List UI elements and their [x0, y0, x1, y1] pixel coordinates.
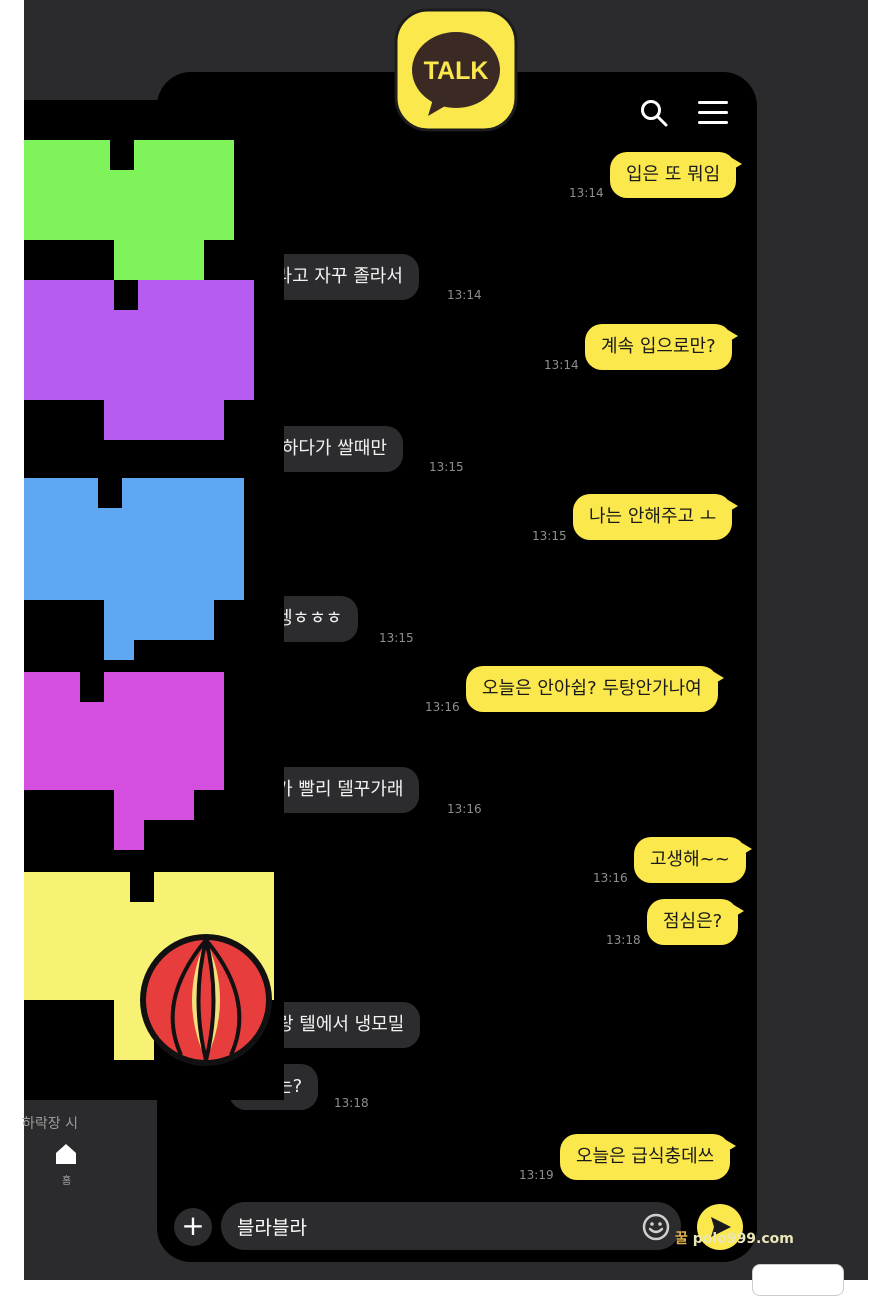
message-time: 13:15	[532, 529, 567, 543]
input-bar: +	[157, 1196, 757, 1262]
message-time: 13:16	[593, 871, 628, 885]
talk-logo-graphic: TALK	[394, 8, 518, 132]
menu-icon[interactable]	[697, 98, 729, 128]
message-time: 13:15	[379, 631, 414, 645]
message-bubble[interactable]: 점심은?	[647, 899, 745, 945]
message-time: 13:18	[606, 933, 641, 947]
message-bubble[interactable]: 고생해~~	[634, 837, 752, 883]
watermark-prefix: 꿀	[675, 1231, 688, 1247]
message-bubble[interactable]: 입은 또 뭐임	[610, 152, 743, 198]
message-bubble[interactable]: 오늘은 급식충데쓰	[560, 1134, 737, 1180]
message-time: 13:14	[544, 358, 579, 372]
kakaotalk-logo: TALK	[394, 8, 518, 132]
message-time: 13:18	[334, 1096, 369, 1110]
message-time: 13:16	[447, 802, 482, 816]
message-bubble[interactable]: 나는 안해주고 ㅗ	[573, 494, 739, 540]
search-icon[interactable]	[639, 98, 669, 128]
scroll-thumb[interactable]	[752, 1264, 844, 1296]
home-icon[interactable]	[52, 1140, 80, 1168]
watermark: 꿀 polo999.com	[675, 1228, 794, 1248]
message-time: 13:16	[425, 700, 460, 714]
message-input[interactable]	[221, 1202, 681, 1250]
message-time: 13:14	[569, 186, 604, 200]
message-time: 13:19	[519, 1168, 554, 1182]
message-time: 13:14	[447, 288, 482, 302]
talk-logo-text: TALK	[424, 57, 489, 85]
message-time: 13:15	[429, 460, 464, 474]
message-bubble[interactable]: 계속 입으로만?	[585, 324, 738, 370]
emoji-icon[interactable]	[641, 1212, 671, 1242]
home-label: 홈	[62, 1176, 72, 1187]
attach-plus-button[interactable]: +	[174, 1208, 212, 1246]
message-bubble[interactable]: 오늘은 안아쉽? 두탕안가나여	[466, 666, 724, 712]
watermark-text: polo999.com	[692, 1231, 794, 1247]
side-caption: 하락장 시	[22, 1116, 78, 1132]
beach-ball-sticker	[140, 934, 272, 1066]
